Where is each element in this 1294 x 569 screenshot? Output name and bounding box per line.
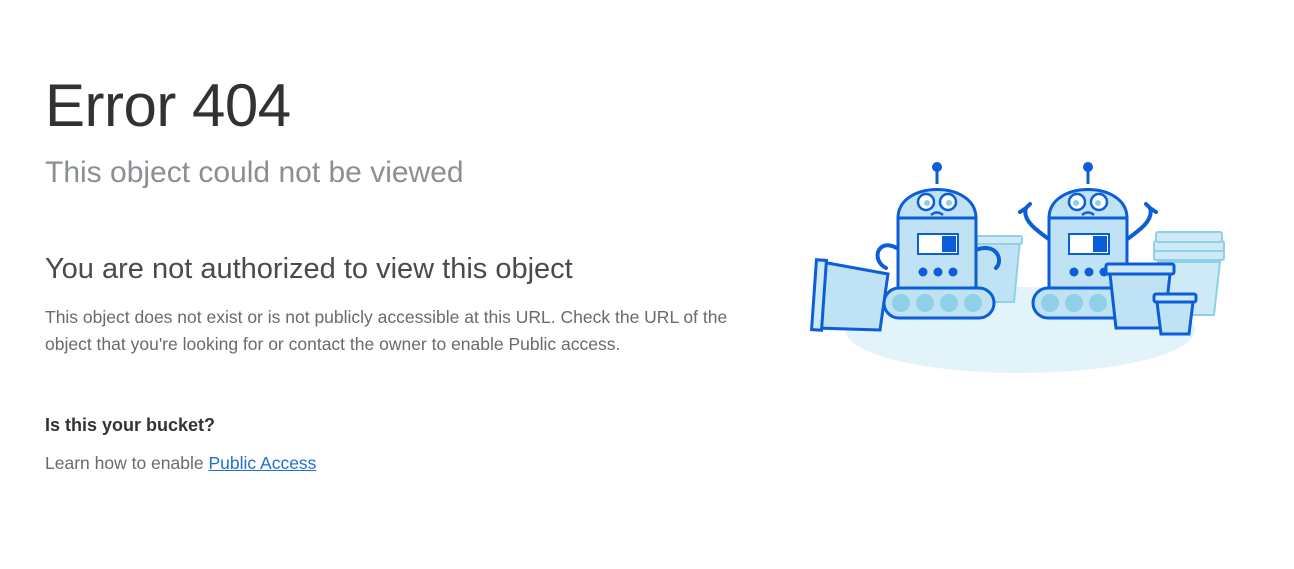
error-content: Error 404 This object could not be viewe… (45, 70, 765, 476)
message-heading: You are not authorized to view this obje… (45, 253, 573, 285)
help-prefix: Learn how to enable (45, 453, 209, 473)
error-subtitle: This object could not be viewed (45, 156, 464, 189)
help-text: Learn how to enable Public Access (45, 450, 765, 476)
pot-front-small (1152, 292, 1198, 336)
confused-robots-illustration (800, 150, 1240, 390)
error-page: Error 404 This object could not be viewe… (0, 0, 1294, 569)
pot-tipped (809, 258, 890, 332)
error-title: Error 404 (45, 72, 291, 139)
public-access-link[interactable]: Public Access (208, 453, 316, 473)
message-description: This object does not exist or is not pub… (45, 307, 728, 354)
help-question: Is this your bucket? (45, 415, 216, 435)
